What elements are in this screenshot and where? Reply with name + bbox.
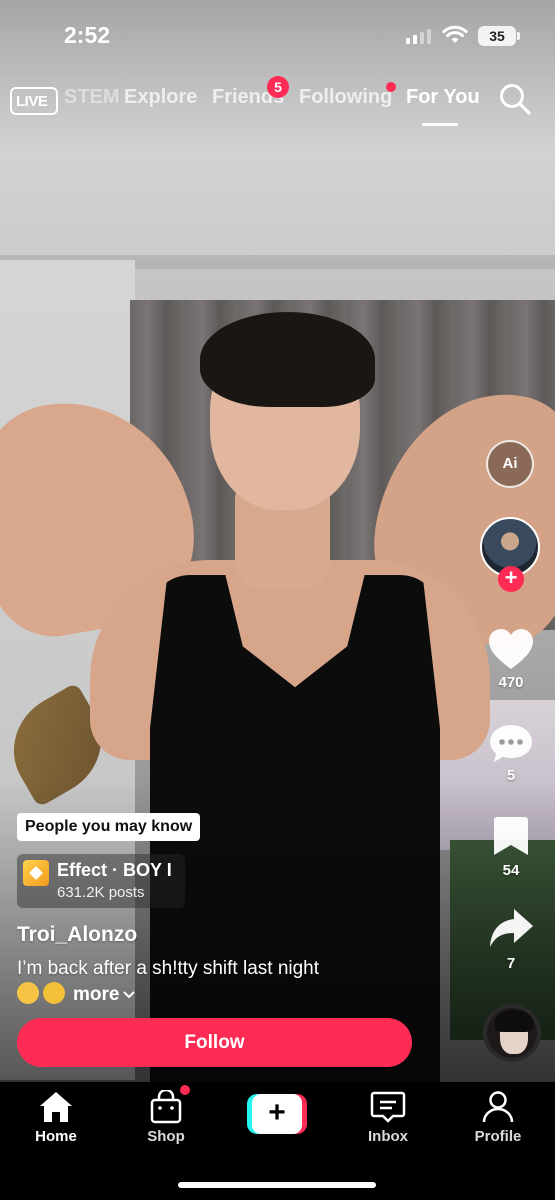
people-you-may-know-tag[interactable]: People you may know [17, 813, 201, 841]
follow-button[interactable]: Follow [17, 1018, 412, 1067]
tab-profile-label[interactable]: Profile [453, 1128, 543, 1145]
status-time: 2:52 [64, 22, 111, 48]
inbox-icon[interactable] [348, 1090, 428, 1124]
battery-indicator: 35 [478, 26, 516, 46]
comment-count: 5 [506, 767, 516, 784]
tab-for-you[interactable]: For You [406, 86, 480, 109]
like-heart-icon[interactable] [486, 627, 536, 671]
share-arrow-icon[interactable] [486, 907, 536, 951]
sound-disc[interactable] [483, 1004, 541, 1062]
caption-text: I’m back after a sh!tty shift last night [17, 958, 320, 979]
tab-shop-label[interactable]: Shop [121, 1128, 211, 1145]
ai-self-icon-button[interactable]: Ai [486, 440, 534, 488]
video-player[interactable] [0, 0, 555, 1082]
friends-notification-badge: 5 [267, 76, 289, 98]
effect-sparkle-icon [23, 860, 49, 886]
video-person-hair [200, 312, 375, 407]
tab-stem[interactable]: STEM [64, 86, 120, 109]
share-count: 7 [506, 955, 516, 972]
follow-plus-icon[interactable]: + [498, 566, 524, 592]
tab-following[interactable]: Following [299, 86, 392, 109]
battery-tip [517, 32, 520, 40]
tab-inbox-label[interactable]: Inbox [343, 1128, 433, 1145]
shop-notification-dot [180, 1085, 190, 1095]
shop-bag-icon[interactable] [126, 1090, 206, 1124]
following-notification-dot [386, 82, 396, 92]
like-count: 470 [498, 674, 524, 691]
search-icon[interactable] [498, 82, 532, 116]
surprised-face-emoji-icon [17, 982, 39, 1004]
tab-home-label[interactable]: Home [11, 1128, 101, 1145]
active-tab-indicator [422, 123, 458, 126]
profile-icon[interactable] [458, 1090, 538, 1124]
creator-username[interactable]: Troi_Alonzo [17, 923, 137, 947]
chevron-down-icon[interactable] [122, 990, 136, 1000]
cellular-signal-icon [406, 29, 431, 44]
caption-second-line: more [17, 982, 136, 1006]
effect-chip[interactable]: Effect · BOY I 631.2K posts [17, 854, 185, 908]
create-plus-icon: + [252, 1094, 302, 1134]
home-indicator[interactable] [178, 1182, 376, 1188]
bookmark-icon[interactable] [486, 815, 536, 857]
save-count: 54 [502, 862, 520, 879]
live-button[interactable]: LIVE [10, 84, 60, 116]
effect-post-count: 631.2K posts [57, 884, 145, 901]
sound-disc-hair [495, 1010, 533, 1032]
effect-title: Effect · BOY I [57, 860, 172, 880]
live-label: LIVE [16, 93, 48, 110]
home-icon[interactable] [16, 1090, 96, 1124]
tab-explore[interactable]: Explore [124, 86, 197, 109]
caption-more-link[interactable]: more [73, 984, 119, 1005]
wifi-icon [442, 25, 468, 43]
comment-bubble-icon[interactable] [486, 722, 536, 766]
create-button[interactable]: + [247, 1094, 307, 1134]
melting-face-emoji-icon [43, 982, 65, 1004]
